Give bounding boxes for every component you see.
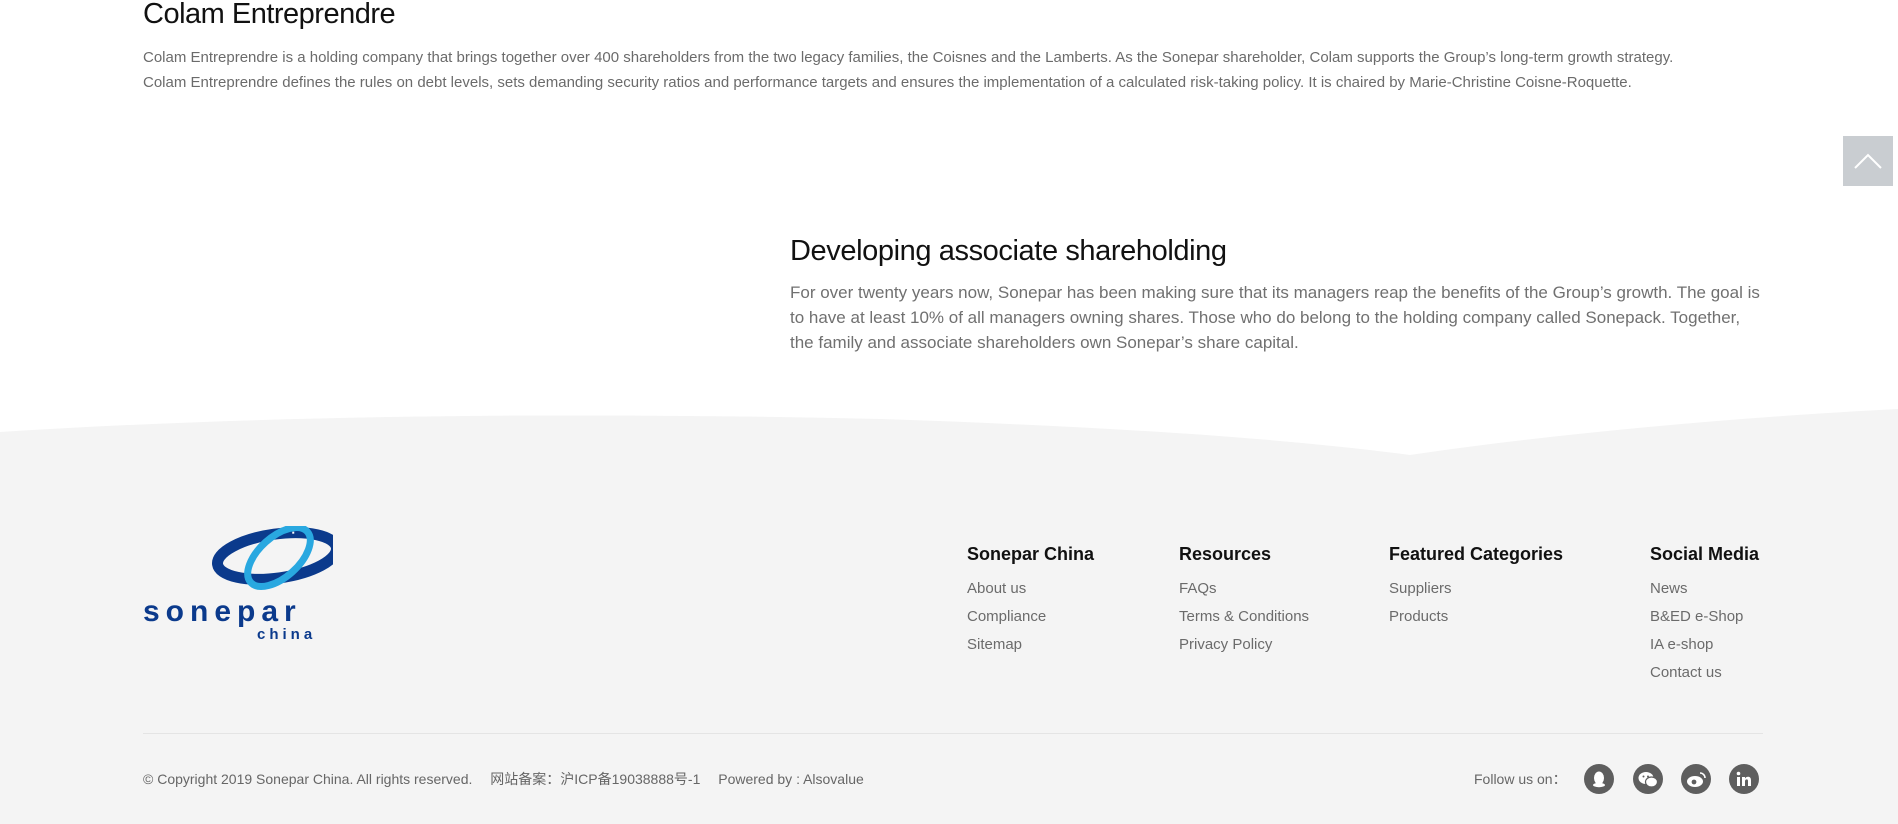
- link-sitemap[interactable]: Sitemap: [967, 636, 1094, 654]
- footer-column-sonepar-china: Sonepar China About us Compliance Sitema…: [967, 543, 1094, 664]
- link-about-us[interactable]: About us: [967, 580, 1094, 598]
- powered-by-text[interactable]: Powered by : Alsovalue: [718, 771, 864, 787]
- column-title-sonepar-china: Sonepar China: [967, 544, 1095, 564]
- colam-title: Colam Entreprendre: [143, 0, 396, 30]
- qq-icon: [1593, 771, 1605, 788]
- column-title-featured-categories: Featured Categories: [1389, 544, 1564, 564]
- linkedin-social-button[interactable]: [1729, 764, 1759, 794]
- logo-subtext: china: [257, 626, 316, 641]
- logo-wordmark: sonepar: [143, 595, 302, 628]
- link-suppliers[interactable]: Suppliers: [1389, 580, 1563, 598]
- wechat-social-button[interactable]: [1633, 764, 1663, 794]
- link-bed-eshop[interactable]: B&ED e-Shop: [1650, 608, 1759, 626]
- colam-line-2: Colam Entreprendre defines the rules on …: [143, 74, 1632, 91]
- link-ia-eshop[interactable]: IA e-shop: [1650, 636, 1759, 654]
- linkedin-icon: [1736, 771, 1751, 786]
- associate-description: For over twenty years now, Sonepar has b…: [790, 283, 1760, 352]
- footer-column-featured-categories: Featured Categories Suppliers Products: [1389, 543, 1563, 636]
- colam-line-1: Colam Entreprendre is a holding company …: [143, 49, 1674, 66]
- associate-section: Developing associate shareholding For ov…: [790, 232, 1765, 355]
- link-products[interactable]: Products: [1389, 608, 1563, 626]
- link-news[interactable]: News: [1650, 580, 1759, 598]
- colam-section: Colam Entreprendre Colam Entreprendre is…: [143, 0, 1763, 95]
- copyright-text: © Copyright 2019 Sonepar China. All righ…: [143, 771, 473, 787]
- footer-column-resources: Resources FAQs Terms & Conditions Privac…: [1179, 543, 1309, 664]
- associate-title: Developing associate shareholding: [790, 235, 1227, 267]
- link-faqs[interactable]: FAQs: [1179, 580, 1309, 598]
- chevron-up-icon: [1854, 153, 1882, 169]
- wechat-icon: [1638, 771, 1658, 788]
- link-privacy-policy[interactable]: Privacy Policy: [1179, 636, 1309, 654]
- footer-column-social-media: Social Media News B&ED e-Shop IA e-shop …: [1650, 543, 1759, 692]
- sonepar-china-logo[interactable]: sonepar china: [143, 524, 342, 643]
- link-compliance[interactable]: Compliance: [967, 608, 1094, 626]
- back-to-top-button[interactable]: [1843, 136, 1893, 186]
- footer-legal: © Copyright 2019 Sonepar China. All righ…: [143, 770, 878, 788]
- icp-registration-text[interactable]: 网站备案：沪ICP备19038888号-1: [490, 771, 700, 787]
- logo-globe-icon: [212, 524, 342, 590]
- footer-divider: [143, 733, 1763, 734]
- follow-us-label: Follow us on：: [1474, 771, 1567, 787]
- weibo-social-button[interactable]: [1681, 764, 1711, 794]
- link-contact-us[interactable]: Contact us: [1650, 664, 1759, 682]
- column-title-resources: Resources: [1179, 544, 1272, 564]
- column-title-social-media: Social Media: [1650, 544, 1760, 564]
- link-terms-conditions[interactable]: Terms & Conditions: [1179, 608, 1309, 626]
- qq-social-button[interactable]: [1584, 764, 1614, 794]
- colam-description: Colam Entreprendre is a holding company …: [143, 45, 1763, 95]
- weibo-icon: [1687, 771, 1706, 787]
